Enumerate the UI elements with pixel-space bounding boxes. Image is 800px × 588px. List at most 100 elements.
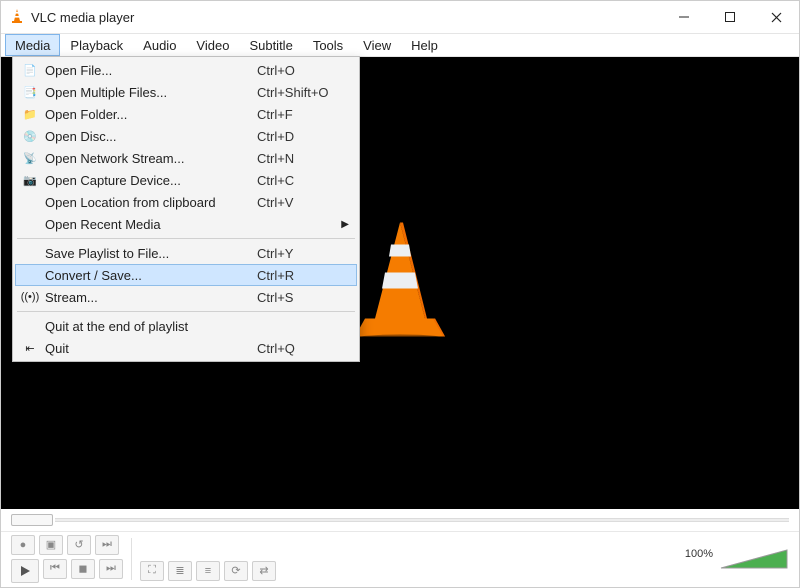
stop-button[interactable]: ◼ bbox=[71, 559, 95, 579]
menu-item[interactable]: Open Recent Media ▶ bbox=[15, 213, 357, 235]
playlist-icon: ≡ bbox=[205, 565, 211, 577]
menu-item[interactable]: Convert / Save...Ctrl+R bbox=[15, 264, 357, 286]
play-icon bbox=[19, 565, 31, 577]
no-icon bbox=[19, 215, 41, 233]
shuffle-button[interactable]: ⇄ bbox=[252, 561, 276, 581]
maximize-button[interactable] bbox=[707, 1, 753, 33]
record-button[interactable]: ● bbox=[11, 535, 35, 555]
files-icon: 📑 bbox=[19, 83, 41, 101]
stream-icon: ((•)) bbox=[19, 288, 41, 306]
network-icon: 📡 bbox=[19, 149, 41, 167]
menu-item-label: Convert / Save... bbox=[41, 268, 257, 283]
menu-media[interactable]: Media bbox=[5, 34, 60, 56]
menu-item[interactable]: Quit at the end of playlist bbox=[15, 315, 357, 337]
minimize-button[interactable] bbox=[661, 1, 707, 33]
menu-item-shortcut: Ctrl+N bbox=[257, 151, 337, 166]
window-title: VLC media player bbox=[31, 10, 134, 25]
camera-icon: ▣ bbox=[46, 538, 56, 551]
frame-step-button[interactable]: ⏭ bbox=[95, 535, 119, 555]
menu-item-shortcut: Ctrl+F bbox=[257, 107, 337, 122]
fullscreen-button[interactable]: ⛶ bbox=[140, 561, 164, 581]
menu-separator bbox=[17, 238, 355, 239]
submenu-arrow-icon: ▶ bbox=[337, 219, 349, 230]
menu-item-shortcut: Ctrl+S bbox=[257, 290, 337, 305]
close-button[interactable] bbox=[753, 1, 799, 33]
menu-help[interactable]: Help bbox=[401, 34, 448, 56]
menu-bar: Media Playback Audio Video Subtitle Tool… bbox=[1, 33, 799, 57]
menu-item-shortcut: Ctrl+Q bbox=[257, 341, 337, 356]
controls-mid-group: ⛶ ≣ ≡ ⟳ ⇄ bbox=[140, 537, 276, 581]
menu-audio[interactable]: Audio bbox=[133, 34, 186, 56]
prev-button[interactable]: ⏮ bbox=[43, 559, 67, 579]
loop-icon: ⟳ bbox=[231, 564, 240, 577]
controls-bar: ● ▣ ↺ ⏭ ⏮ ◼ ⏭ ⛶ ≣ ≡ ⟳ ⇄ bbox=[1, 531, 799, 587]
menu-item-shortcut: Ctrl+C bbox=[257, 173, 337, 188]
shuffle-icon: ⇄ bbox=[259, 564, 268, 577]
menu-tools[interactable]: Tools bbox=[303, 34, 353, 56]
menu-item[interactable]: 📷Open Capture Device...Ctrl+C bbox=[15, 169, 357, 191]
menu-item-label: Open Location from clipboard bbox=[41, 195, 257, 210]
menu-item[interactable]: 💿Open Disc...Ctrl+D bbox=[15, 125, 357, 147]
no-icon bbox=[19, 266, 41, 284]
menu-item-shortcut: Ctrl+O bbox=[257, 63, 337, 78]
menu-item-label: Open Network Stream... bbox=[41, 151, 257, 166]
no-icon bbox=[19, 193, 41, 211]
playlist-button[interactable]: ≡ bbox=[196, 561, 220, 581]
menu-view[interactable]: View bbox=[353, 34, 401, 56]
folder-icon: 📁 bbox=[19, 105, 41, 123]
record-icon: ● bbox=[20, 539, 27, 551]
snapshot-button[interactable]: ▣ bbox=[39, 535, 63, 555]
ext-settings-button[interactable]: ≣ bbox=[168, 561, 192, 581]
no-icon bbox=[19, 317, 41, 335]
menu-item-label: Stream... bbox=[41, 290, 257, 305]
menu-item-shortcut: Ctrl+Shift+O bbox=[257, 85, 337, 100]
volume-percent: 100% bbox=[685, 548, 713, 560]
volume-group: 100% bbox=[685, 546, 789, 572]
frame-step-icon: ⏭ bbox=[102, 538, 112, 551]
loop-ab-icon: ↺ bbox=[74, 538, 83, 551]
volume-slider[interactable] bbox=[719, 546, 789, 572]
seek-bar-row bbox=[1, 509, 799, 531]
menu-item-label: Open Disc... bbox=[41, 129, 257, 144]
menu-subtitle[interactable]: Subtitle bbox=[239, 34, 302, 56]
atob-loop-button[interactable]: ↺ bbox=[67, 535, 91, 555]
menu-item-label: Open Capture Device... bbox=[41, 173, 257, 188]
disc-icon: 💿 bbox=[19, 127, 41, 145]
menu-item[interactable]: ((•))Stream...Ctrl+S bbox=[15, 286, 357, 308]
menu-video[interactable]: Video bbox=[186, 34, 239, 56]
equalizer-icon: ≣ bbox=[175, 564, 184, 577]
menu-item[interactable]: 📁Open Folder...Ctrl+F bbox=[15, 103, 357, 125]
quit-icon: ⇤ bbox=[19, 339, 41, 357]
menu-item-shortcut: Ctrl+V bbox=[257, 195, 337, 210]
stop-icon: ◼ bbox=[78, 562, 87, 575]
menu-item-label: Open File... bbox=[41, 63, 257, 78]
next-icon: ⏭ bbox=[106, 562, 116, 575]
menu-separator bbox=[17, 311, 355, 312]
separator bbox=[131, 538, 132, 580]
loop-button[interactable]: ⟳ bbox=[224, 561, 248, 581]
menu-item-shortcut: Ctrl+Y bbox=[257, 246, 337, 261]
menu-item[interactable]: Open Location from clipboardCtrl+V bbox=[15, 191, 357, 213]
play-button[interactable] bbox=[11, 559, 39, 583]
prev-icon: ⏮ bbox=[50, 562, 60, 575]
menu-item-label: Quit at the end of playlist bbox=[41, 319, 257, 334]
menu-item-label: Quit bbox=[41, 341, 257, 356]
menu-item[interactable]: ⇤QuitCtrl+Q bbox=[15, 337, 357, 359]
menu-item[interactable]: 📡Open Network Stream...Ctrl+N bbox=[15, 147, 357, 169]
media-dropdown-menu: 📄Open File...Ctrl+O📑Open Multiple Files.… bbox=[12, 56, 360, 362]
seek-track[interactable] bbox=[55, 518, 789, 522]
next-button[interactable]: ⏭ bbox=[99, 559, 123, 579]
menu-item[interactable]: 📑Open Multiple Files...Ctrl+Shift+O bbox=[15, 81, 357, 103]
seek-handle[interactable] bbox=[11, 514, 53, 526]
menu-playback[interactable]: Playback bbox=[60, 34, 133, 56]
menu-item-shortcut: Ctrl+R bbox=[257, 268, 337, 283]
fullscreen-icon: ⛶ bbox=[148, 564, 156, 577]
controls-left-group: ● ▣ ↺ ⏭ ⏮ ◼ ⏭ bbox=[11, 535, 123, 583]
menu-item[interactable]: Save Playlist to File...Ctrl+Y bbox=[15, 242, 357, 264]
menu-item-label: Open Recent Media bbox=[41, 217, 257, 232]
menu-item-label: Open Multiple Files... bbox=[41, 85, 257, 100]
menu-item-shortcut: Ctrl+D bbox=[257, 129, 337, 144]
menu-item[interactable]: 📄Open File...Ctrl+O bbox=[15, 59, 357, 81]
app-window: VLC media player Media Playback Audio Vi… bbox=[0, 0, 800, 588]
vlc-cone-icon bbox=[9, 8, 25, 27]
